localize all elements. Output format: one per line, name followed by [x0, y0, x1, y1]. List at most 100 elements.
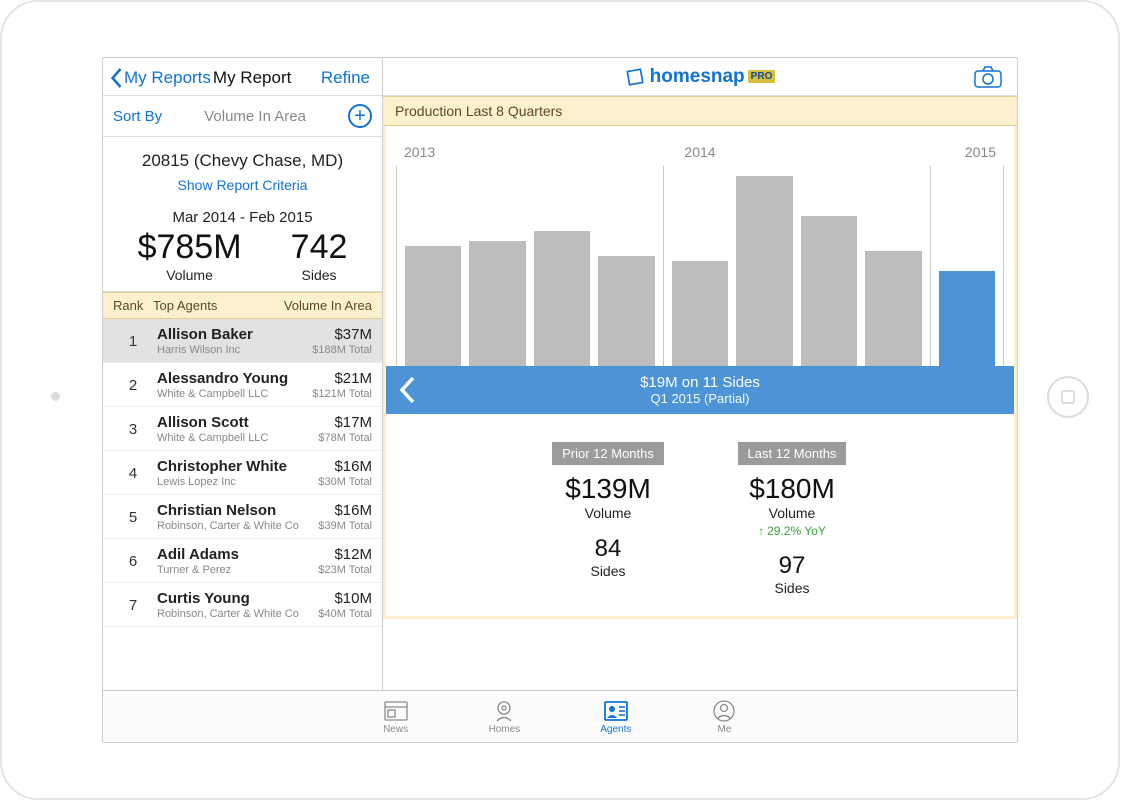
date-range: Mar 2014 - Feb 2015 [113, 209, 372, 226]
agent-name: Curtis Young [157, 590, 318, 607]
news-icon [383, 699, 409, 723]
agent-row[interactable]: 6Adil AdamsTurner & Perez$12M$23M Total [103, 539, 382, 583]
last-sides-label: Sides [717, 580, 867, 596]
agent-row[interactable]: 3Allison ScottWhite & Campbell LLC$17M$7… [103, 407, 382, 451]
chart-bar[interactable] [939, 271, 995, 366]
quarter-name: Q1 2015 (Partial) [430, 391, 970, 406]
agent-row[interactable]: 5Christian NelsonRobinson, Carter & Whit… [103, 495, 382, 539]
year-divider [663, 166, 664, 366]
sort-value: Volume In Area [204, 108, 306, 125]
agent-total: $121M Total [312, 388, 372, 400]
ipad-home-button[interactable] [1047, 376, 1089, 418]
agent-amount: $37M [312, 326, 372, 343]
agent-company: Harris Wilson Inc [157, 344, 312, 356]
last-volume-label: Volume [717, 505, 867, 521]
year-label-2015: 2015 [965, 144, 996, 160]
agent-company: White & Campbell LLC [157, 432, 318, 444]
sides-label: Sides [291, 267, 348, 283]
rank: 6 [113, 553, 153, 570]
metric-sides: 742 Sides [291, 228, 348, 283]
chart-bar[interactable] [534, 231, 590, 366]
chart-bar[interactable] [672, 261, 728, 366]
rank: 2 [113, 377, 153, 394]
rank: 5 [113, 509, 153, 526]
agent-company: White & Campbell LLC [157, 388, 312, 400]
quarter-detail-strip: $19M on 11 Sides Q1 2015 (Partial) [386, 366, 1014, 414]
last-tag: Last 12 Months [738, 442, 847, 465]
chart-bar[interactable] [865, 251, 921, 366]
chart-bar[interactable] [469, 241, 525, 366]
agent-name: Alessandro Young [157, 370, 312, 387]
agent-amount: $16M [318, 502, 372, 519]
prior-tag: Prior 12 Months [552, 442, 664, 465]
quarter-summary: $19M on 11 Sides [430, 374, 970, 391]
ipad-frame: My Reports My Report Refine Sort By Volu… [0, 0, 1120, 800]
agent-amount: $10M [318, 590, 372, 607]
add-button[interactable]: + [348, 104, 372, 128]
metric-volume: $785M Volume [138, 228, 242, 283]
prior-volume: $139M [533, 473, 683, 505]
agent-total: $78M Total [318, 432, 372, 444]
brand-name: homesnap [650, 66, 745, 88]
agent-company: Lewis Lopez Inc [157, 476, 318, 488]
prior-sides-label: Sides [533, 563, 683, 579]
rank: 7 [113, 597, 153, 614]
volume-value: $785M [138, 228, 242, 267]
sort-row: Sort By Volume In Area + [103, 96, 382, 137]
prev-quarter-button[interactable] [386, 375, 430, 405]
tab-me[interactable]: Me [711, 699, 737, 735]
area-name: 20815 (Chevy Chase, MD) [113, 151, 372, 171]
agents-icon [603, 699, 629, 723]
agent-row[interactable]: 4Christopher WhiteLewis Lopez Inc$16M$30… [103, 451, 382, 495]
agent-name: Allison Baker [157, 326, 312, 343]
chart-bar[interactable] [405, 246, 461, 366]
agent-name: Adil Adams [157, 546, 318, 563]
chart-bar[interactable] [736, 176, 792, 366]
chart-bar[interactable] [801, 216, 857, 366]
sidebar: My Reports My Report Refine Sort By Volu… [103, 58, 383, 742]
last-twelve-months: Last 12 Months $180M Volume ↑29.2% YoY 9… [717, 442, 867, 596]
app-content: My Reports My Report Refine Sort By Volu… [103, 58, 1017, 742]
twelve-month-comparison: Prior 12 Months $139M Volume 84 Sides La… [386, 442, 1014, 596]
camera-button[interactable] [973, 64, 1003, 95]
back-button[interactable]: My Reports [109, 67, 211, 89]
agent-row[interactable]: 2Alessandro YoungWhite & Campbell LLC$21… [103, 363, 382, 407]
agent-list-header: Rank Top Agents Volume In Area [103, 292, 382, 319]
area-summary: 20815 (Chevy Chase, MD) Show Report Crit… [103, 137, 382, 292]
last-sides: 97 [717, 552, 867, 580]
back-label: My Reports [124, 68, 211, 88]
tab-news[interactable]: News [383, 699, 409, 735]
tab-agents[interactable]: Agents [600, 699, 631, 735]
page-title: My Report [213, 68, 291, 88]
sort-by-button[interactable]: Sort By [113, 108, 162, 125]
prior-sides: 84 [533, 535, 683, 563]
sidebar-header: My Reports My Report Refine [103, 58, 382, 96]
agent-company: Robinson, Carter & White Co [157, 608, 318, 620]
last-volume: $180M [717, 473, 867, 505]
brand-pro: PRO [748, 70, 776, 83]
brand-logo[interactable]: homesnap PRO [625, 66, 776, 88]
agent-name: Christian Nelson [157, 502, 318, 519]
agent-amount: $17M [318, 414, 372, 431]
tab-bar: News Homes Agents Me [103, 690, 1017, 742]
ipad-camera-dot [51, 392, 60, 401]
agent-company: Turner & Perez [157, 564, 318, 576]
chart-bars [396, 166, 1004, 366]
agent-name: Christopher White [157, 458, 318, 475]
chart-bar[interactable] [598, 256, 654, 366]
volume-label: Volume [138, 267, 242, 283]
year-divider [930, 166, 931, 366]
agent-total: $39M Total [318, 520, 372, 532]
show-criteria-link[interactable]: Show Report Criteria [113, 177, 372, 193]
refine-button[interactable]: Refine [321, 68, 370, 88]
agent-amount: $21M [312, 370, 372, 387]
prior-twelve-months: Prior 12 Months $139M Volume 84 Sides [533, 442, 683, 596]
agent-list[interactable]: 1Allison BakerHarris Wilson Inc$37M$188M… [103, 319, 382, 697]
agent-company: Robinson, Carter & White Co [157, 520, 318, 532]
me-icon [711, 699, 737, 723]
app-screen: My Reports My Report Refine Sort By Volu… [102, 57, 1018, 743]
rank: 1 [113, 333, 153, 350]
tab-homes[interactable]: Homes [489, 699, 521, 735]
agent-row[interactable]: 7Curtis YoungRobinson, Carter & White Co… [103, 583, 382, 627]
agent-row[interactable]: 1Allison BakerHarris Wilson Inc$37M$188M… [103, 319, 382, 363]
